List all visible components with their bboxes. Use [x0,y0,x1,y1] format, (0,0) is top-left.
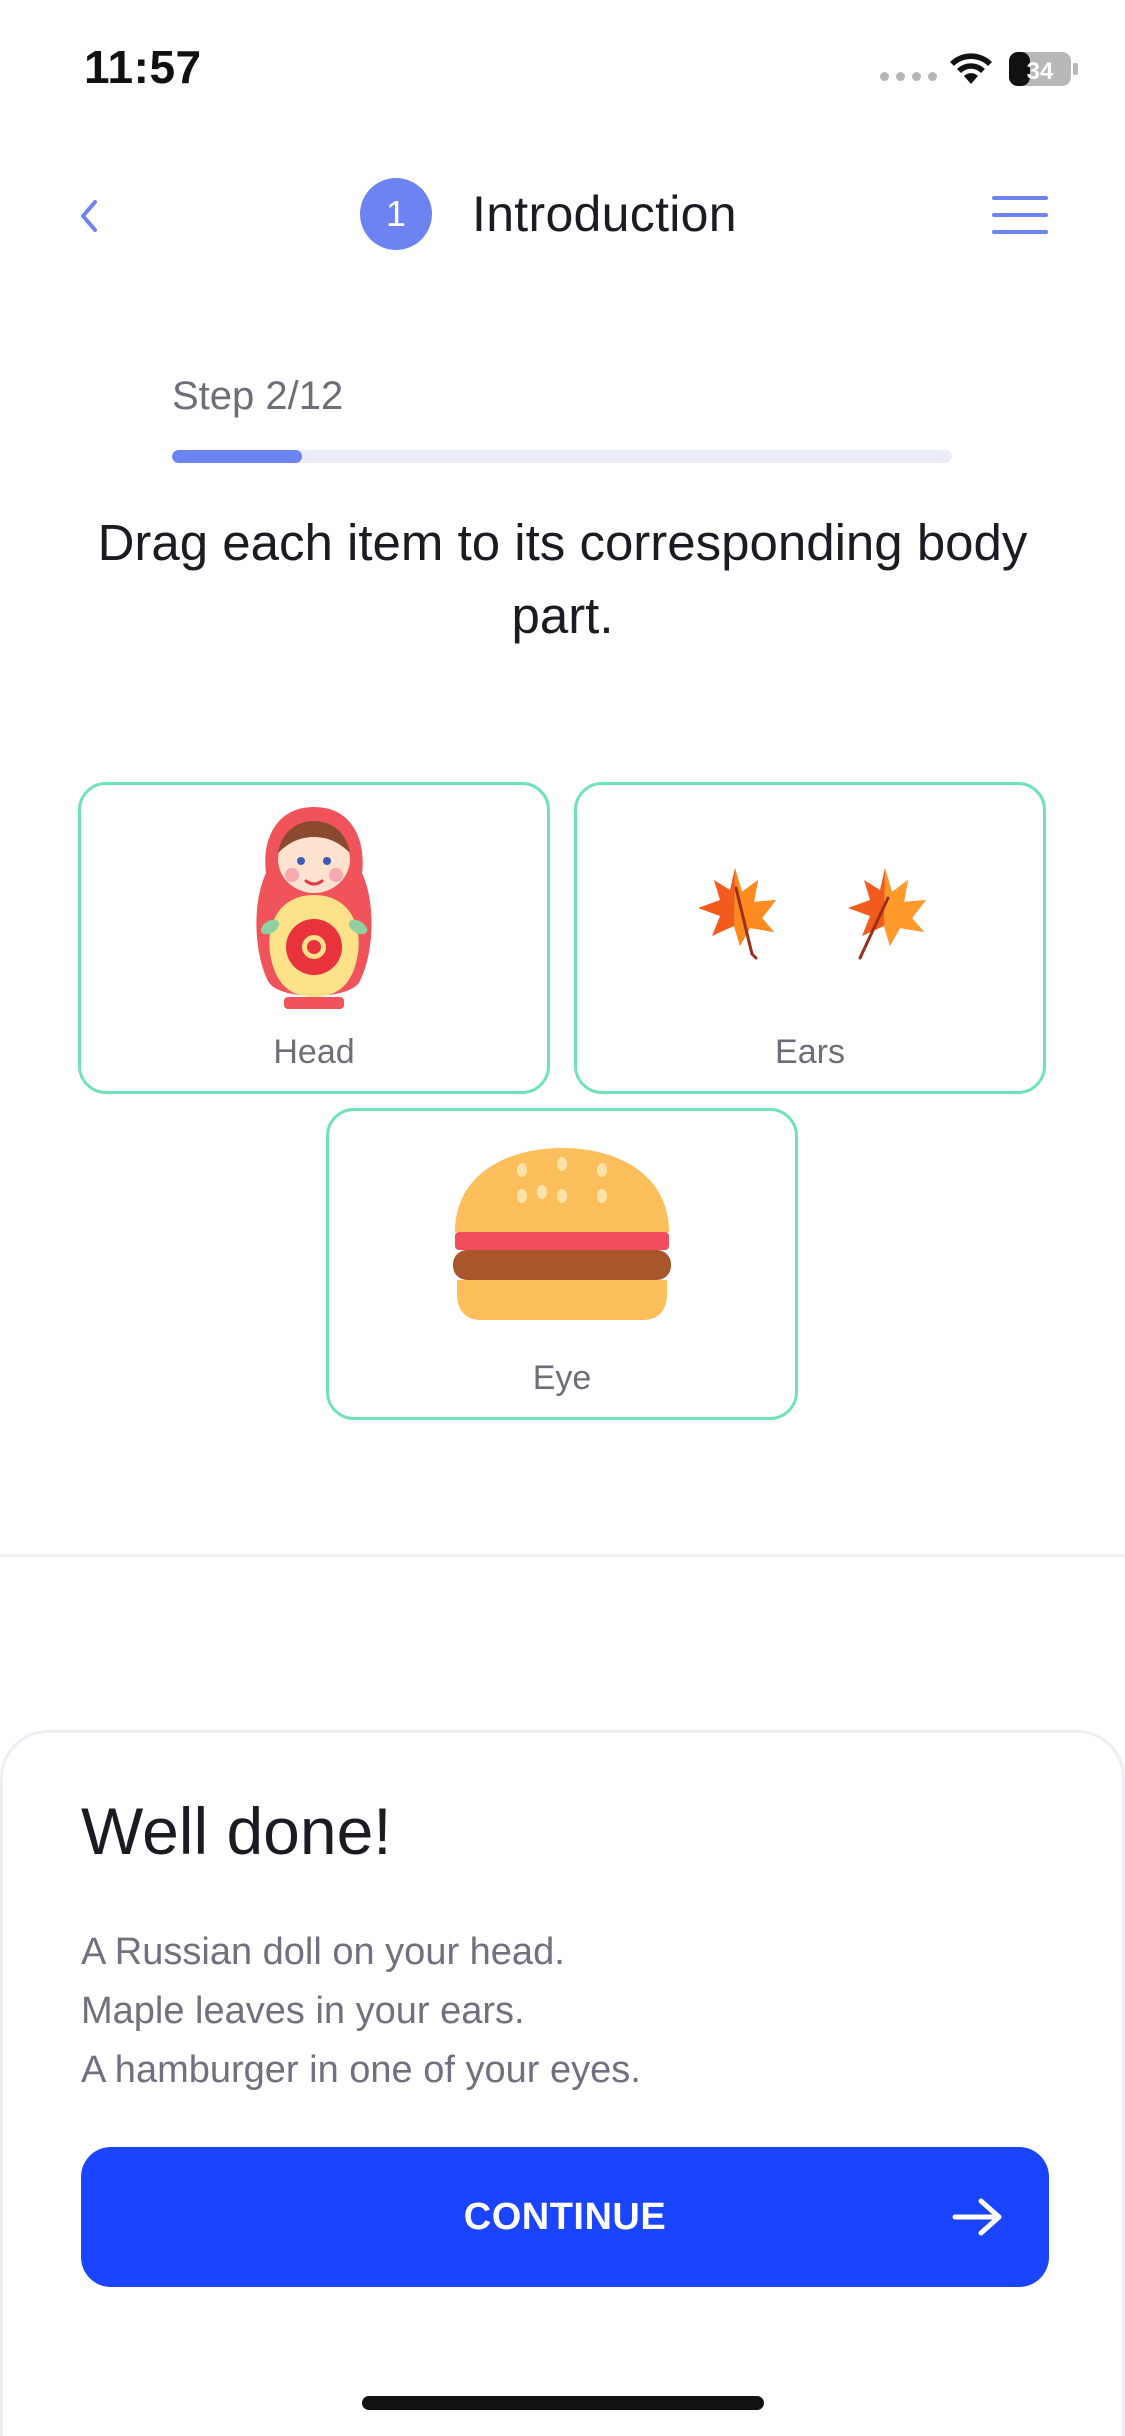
progress-bar [172,450,952,463]
back-button[interactable] [64,188,112,244]
drag-card-eye[interactable]: Eye [326,1108,798,1420]
instruction-text: Drag each item to its corresponding body… [97,514,1028,644]
feedback-title: Well done! [81,1794,392,1868]
drag-card-ears[interactable]: Ears [574,782,1046,1094]
drag-card-head[interactable]: Head [78,782,550,1094]
feedback-line: A hamburger in one of your eyes. [81,2049,641,2091]
feedback-text: A Russian doll on your head. Maple leave… [81,1923,1041,2100]
continue-button[interactable]: CONTINUE [81,2147,1049,2287]
step-counter: Step 2/12 [172,374,344,418]
feedback-line: A Russian doll on your head. [81,1931,565,1973]
cellular-signal-icon [880,72,937,81]
continue-label: CONTINUE [463,2196,667,2238]
chevron-left-icon [81,200,97,232]
card-label: Eye [532,1359,592,1397]
wifi-icon [950,53,992,84]
status-time: 11:57 [84,41,202,93]
menu-icon[interactable] [990,190,1050,240]
feedback-sheet: Well done! A Russian doll on your head. … [0,1730,1125,2436]
lesson-number-badge: 1 [360,178,432,250]
maple-leaves-icon [698,868,926,960]
feedback-line: Maple leaves in your ears. [81,1990,525,2032]
home-indicator [362,2396,764,2410]
lesson-title-group: 1 Introduction [360,178,737,250]
card-label: Ears [775,1033,845,1071]
lesson-title: Introduction [472,186,737,242]
progress-bar-fill [172,450,303,463]
matryoshka-doll-icon [256,807,372,1009]
arrow-right-icon [952,2198,1002,2236]
top-navigation: 1 Introduction [0,160,1125,270]
card-label: Head [273,1033,355,1071]
divider [0,1554,1125,1557]
battery-level: 34 [1027,58,1054,85]
battery-icon: 34 [1009,52,1078,86]
status-bar: 11:57 34 [0,0,1125,140]
hamburger-icon [453,1148,671,1320]
